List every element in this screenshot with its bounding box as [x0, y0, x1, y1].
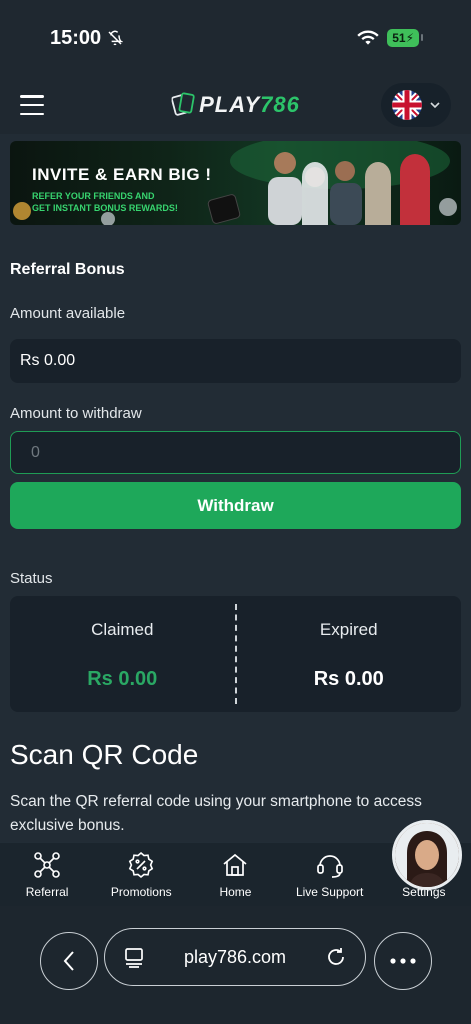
nav-label-promotions: Promotions	[110, 884, 172, 899]
claimed-column: Claimed Rs 0.00	[10, 596, 235, 712]
expired-label: Expired	[319, 620, 378, 639]
time-text: 15:00	[50, 26, 102, 49]
status-bar: 15:00 51⚡	[0, 0, 471, 76]
claimed-label: Claimed	[91, 620, 154, 639]
address-bar[interactable]: play786.com	[104, 928, 366, 986]
amount-withdraw-input[interactable]	[10, 431, 461, 474]
status-icons: 51⚡	[357, 29, 423, 47]
promotions-icon	[129, 851, 154, 878]
headset-icon	[316, 854, 343, 878]
browser-more-button[interactable]	[374, 932, 432, 990]
url-text: play786.com	[183, 946, 287, 967]
logo-text: PLAY786	[199, 92, 300, 118]
logo-number: 786	[260, 92, 300, 117]
wifi-icon	[357, 30, 379, 45]
amount-withdraw-label: Amount to withdraw	[10, 405, 142, 422]
banner-subtitle: REFER YOUR FRIENDS AND GET INSTANT BONUS…	[32, 190, 222, 214]
play786-logo[interactable]: PLAY786	[171, 92, 300, 118]
browser-back-button[interactable]	[40, 932, 98, 990]
status-label: Status	[10, 570, 53, 587]
amount-available-text: Rs 0.00	[20, 352, 76, 369]
chevron-left-icon	[63, 951, 74, 971]
nav-label-referral: Referral	[25, 884, 69, 899]
nav-item-referral[interactable]: Referral	[0, 851, 94, 899]
banner-subtitle-line1: REFER YOUR FRIENDS AND	[32, 191, 155, 201]
language-selector[interactable]	[381, 83, 451, 127]
scan-qr-title: Scan QR Code	[10, 739, 199, 770]
bell-off-icon	[108, 30, 124, 46]
status-time: 15:00	[50, 26, 124, 50]
menu-line	[20, 112, 44, 115]
referral-icon	[34, 851, 60, 878]
scan-qr-description: Scan the QR referral code using your sma…	[10, 793, 422, 834]
nav-label-live-support: Live Support	[295, 884, 364, 899]
logo-prefix: PLAY	[199, 92, 261, 117]
uk-flag-icon	[392, 90, 422, 120]
home-icon	[223, 853, 248, 876]
app-header: PLAY786	[0, 76, 471, 134]
battery-indicator: 51⚡	[387, 29, 423, 47]
amount-available-value: Rs 0.00	[10, 339, 461, 383]
expired-column: Expired Rs 0.00	[237, 596, 462, 712]
nav-label-home: Home	[219, 884, 252, 899]
section-title-referral-bonus: Referral Bonus	[10, 261, 125, 278]
support-agent-avatar[interactable]	[392, 820, 462, 890]
hamburger-menu-button[interactable]	[20, 95, 44, 115]
banner-subtitle-line2: GET INSTANT BONUS REWARDS!	[32, 203, 178, 213]
banner-title: INVITE & EARN BIG !	[32, 165, 212, 184]
tabs-icon	[125, 948, 143, 968]
nav-item-promotions[interactable]: Promotions	[94, 851, 188, 899]
browser-toolbar: play786.com	[0, 906, 471, 1024]
nav-item-home[interactable]: Home	[188, 851, 282, 899]
withdraw-button[interactable]: Withdraw	[10, 482, 461, 529]
battery-level: 51	[392, 31, 406, 45]
cards-logo-icon	[171, 92, 195, 116]
chevron-down-icon	[430, 102, 440, 109]
expired-value: Rs 0.00	[313, 668, 384, 690]
agent-avatar-image	[395, 823, 459, 887]
more-dots-icon	[390, 958, 416, 964]
invite-banner[interactable]: INVITE & EARN BIG ! REFER YOUR FRIENDS A…	[10, 141, 461, 225]
reload-icon[interactable]	[325, 946, 347, 968]
amount-available-label: Amount available	[10, 305, 126, 322]
nav-item-live-support[interactable]: Live Support	[283, 851, 377, 899]
menu-line	[20, 103, 44, 107]
menu-line	[20, 95, 44, 98]
charging-icon: ⚡	[405, 31, 414, 45]
claimed-value: Rs 0.00	[87, 668, 158, 690]
status-summary: Claimed Rs 0.00 Expired Rs 0.00	[10, 596, 461, 712]
